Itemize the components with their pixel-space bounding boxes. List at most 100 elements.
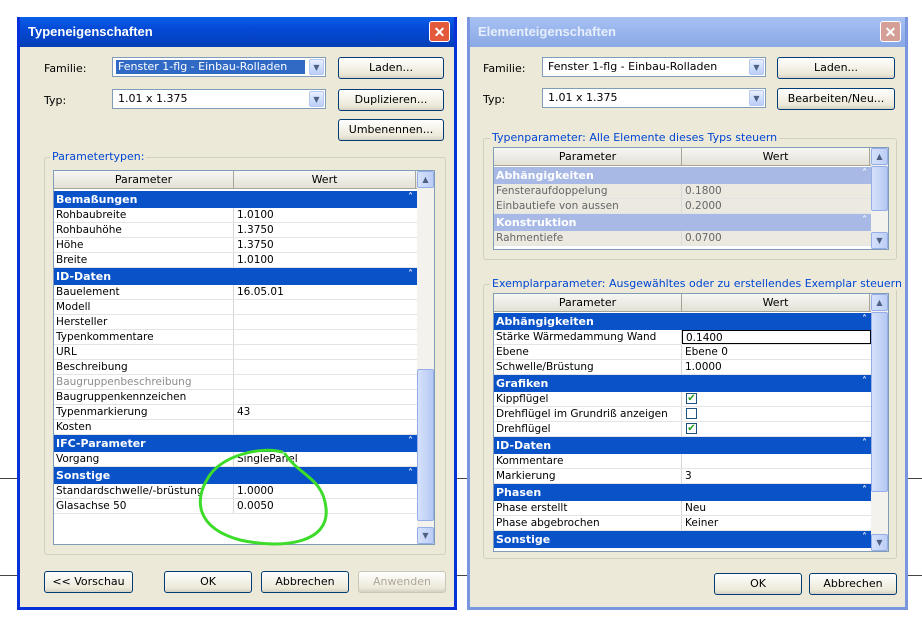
category-row[interactable]: Konstruktion ˄ xyxy=(494,214,871,231)
ok-button[interactable]: OK xyxy=(164,571,252,593)
parameter-row[interactable]: Schwelle/Brüstung 1.0000 xyxy=(494,360,871,375)
parameter-row[interactable]: Baugruppenkennzeichen xyxy=(54,390,417,405)
category-row[interactable]: Bemaßungen ˄ xyxy=(54,191,417,208)
parameter-value[interactable] xyxy=(234,360,417,374)
column-header-wert[interactable]: Wert xyxy=(682,294,870,311)
category-row[interactable]: Abhängigkeiten ˄ xyxy=(494,313,871,330)
parameter-value[interactable]: SinglePanel xyxy=(234,452,417,466)
umbenennen-button[interactable]: Umbenennen... xyxy=(338,119,444,141)
dialog-titlebar[interactable]: Elementeigenschaften ✕ xyxy=(470,17,905,47)
parameter-value[interactable] xyxy=(234,375,417,389)
parameter-value[interactable]: 1.0100 xyxy=(234,208,417,222)
duplizieren-button[interactable]: Duplizieren... xyxy=(338,89,444,111)
abbrechen-button[interactable]: Abbrechen xyxy=(809,573,897,595)
parameter-row[interactable]: Rahmentiefe 0.0700 xyxy=(494,231,871,246)
category-row[interactable]: Sonstige ˄ xyxy=(54,467,417,484)
checkbox-checked[interactable]: ✔ xyxy=(686,393,697,404)
abbrechen-button[interactable]: Abbrechen xyxy=(261,571,349,593)
parameter-row[interactable]: Drehflügel im Grundriß anzeigen xyxy=(494,407,871,422)
parameter-row[interactable]: Standardschwelle/-brüstung 1.0000 xyxy=(54,484,417,499)
parameter-checkbox-cell[interactable]: ✔ xyxy=(682,422,871,436)
scroll-thumb[interactable] xyxy=(417,369,434,521)
chevron-down-icon[interactable]: ▼ xyxy=(749,59,764,75)
category-row[interactable]: IFC-Parameter ˄ xyxy=(54,435,417,452)
parameter-row[interactable]: Fensteraufdoppelung 0.1800 xyxy=(494,184,871,199)
parameter-value[interactable]: 1.3750 xyxy=(234,223,417,237)
parameter-row[interactable]: Breite 1.0100 xyxy=(54,253,417,268)
category-row[interactable]: ID-Daten ˄ xyxy=(54,268,417,285)
vorschau-button[interactable]: << Vorschau xyxy=(44,571,133,593)
parameter-value[interactable] xyxy=(682,454,871,468)
bearbeiten-button[interactable]: Bearbeiten/Neu... xyxy=(777,88,895,110)
parameter-value[interactable]: 0.1800 xyxy=(682,184,871,198)
parameter-value[interactable]: 1.0000 xyxy=(682,360,871,374)
close-button[interactable]: ✕ xyxy=(880,21,901,42)
parameter-value[interactable]: 0.0700 xyxy=(682,231,871,245)
parameter-value[interactable]: 1.0000 xyxy=(234,484,417,498)
parameter-value[interactable]: 1.0100 xyxy=(234,253,417,267)
ok-button[interactable]: OK xyxy=(714,573,802,595)
parameter-row[interactable]: Kippflügel ✔ xyxy=(494,392,871,407)
collapse-icon[interactable]: ˄ xyxy=(862,485,867,496)
parameter-row[interactable]: Kommentare xyxy=(494,454,871,469)
familie-dropdown[interactable]: Fenster 1-flg - Einbau-Rolladen ▼ xyxy=(112,57,326,77)
anwenden-button[interactable]: Anwenden xyxy=(358,571,446,593)
category-row[interactable]: Grafiken ˄ xyxy=(494,375,871,392)
parameter-row[interactable]: Drehflügel ✔ xyxy=(494,422,871,437)
collapse-icon[interactable]: ˄ xyxy=(862,314,867,325)
scroll-up-icon[interactable]: ▲ xyxy=(417,171,434,188)
familie-dropdown[interactable]: Fenster 1-flg - Einbau-Rolladen ▼ xyxy=(542,57,766,77)
parameter-row[interactable]: Höhe 1.3750 xyxy=(54,238,417,253)
dialog-titlebar[interactable]: Typeneigenschaften ✕ xyxy=(20,17,454,47)
parameter-value-input[interactable]: 0.1400 xyxy=(682,330,871,344)
collapse-icon[interactable]: ˄ xyxy=(408,436,413,447)
parameter-row[interactable]: Baugruppenbeschreibung xyxy=(54,375,417,390)
parameter-value[interactable]: Neu xyxy=(682,501,871,515)
parameter-row[interactable]: Stärke Wärmedammung Wand 0.1400 xyxy=(494,330,871,345)
parameter-row[interactable]: Markierung 3 xyxy=(494,469,871,484)
parameter-row[interactable]: Hersteller xyxy=(54,315,417,330)
parameter-checkbox-cell[interactable]: ✔ xyxy=(682,392,871,406)
scroll-up-icon[interactable]: ▲ xyxy=(871,294,888,311)
parameter-row[interactable]: Glasachse 50 0.0050 xyxy=(54,499,417,514)
parameter-value[interactable]: Keiner xyxy=(682,516,871,530)
parameter-row[interactable]: URL xyxy=(54,345,417,360)
laden-button[interactable]: Laden... xyxy=(777,57,895,79)
collapse-icon[interactable]: ˄ xyxy=(408,468,413,479)
parameter-row[interactable]: Rohbaubreite 1.0100 xyxy=(54,208,417,223)
parameter-row[interactable]: Ebene Ebene 0 xyxy=(494,345,871,360)
collapse-icon[interactable]: ˄ xyxy=(862,532,867,543)
parameter-row[interactable]: Phase erstellt Neu xyxy=(494,501,871,516)
chevron-down-icon[interactable]: ▼ xyxy=(309,59,324,75)
column-header-parameter[interactable]: Parameter xyxy=(494,294,682,311)
vertical-scrollbar[interactable]: ▲ ▼ xyxy=(871,148,888,249)
parameter-row[interactable]: Rohbauhöhe 1.3750 xyxy=(54,223,417,238)
vertical-scrollbar[interactable]: ▲ ▼ xyxy=(417,171,434,544)
typ-dropdown[interactable]: 1.01 x 1.375 ▼ xyxy=(112,89,326,109)
parameter-row[interactable]: Typenkommentare xyxy=(54,330,417,345)
parameter-value[interactable]: 16.05.01 xyxy=(234,285,417,299)
parameter-value[interactable]: 43 xyxy=(234,405,417,419)
parameter-row[interactable]: Modell xyxy=(54,300,417,315)
vertical-scrollbar[interactable]: ▲ ▼ xyxy=(871,294,888,551)
chevron-down-icon[interactable]: ▼ xyxy=(309,91,324,107)
parameter-value[interactable] xyxy=(234,315,417,329)
column-header-parameter[interactable]: Parameter xyxy=(494,148,682,165)
collapse-icon[interactable]: ˄ xyxy=(408,192,413,203)
scroll-down-icon[interactable]: ▼ xyxy=(871,232,888,249)
parameter-value[interactable] xyxy=(234,420,417,434)
parameter-value[interactable]: 0.2000 xyxy=(682,199,871,213)
parameter-value[interactable]: 0.0050 xyxy=(234,499,417,513)
parameter-checkbox-cell[interactable] xyxy=(682,407,871,421)
parameter-row[interactable]: Phase abgebrochen Keiner xyxy=(494,516,871,531)
column-header-wert[interactable]: Wert xyxy=(234,171,416,188)
scroll-up-icon[interactable]: ▲ xyxy=(871,148,888,165)
laden-button[interactable]: Laden... xyxy=(338,57,444,79)
collapse-icon[interactable]: ˄ xyxy=(408,269,413,280)
parameter-row[interactable]: Vorgang SinglePanel xyxy=(54,452,417,467)
typ-dropdown[interactable]: 1.01 x 1.375 ▼ xyxy=(542,88,766,108)
column-header-wert[interactable]: Wert xyxy=(682,148,870,165)
collapse-icon[interactable]: ˄ xyxy=(862,438,867,449)
parameter-value[interactable] xyxy=(234,300,417,314)
parameter-row[interactable]: Einbautiefe von aussen 0.2000 xyxy=(494,199,871,214)
